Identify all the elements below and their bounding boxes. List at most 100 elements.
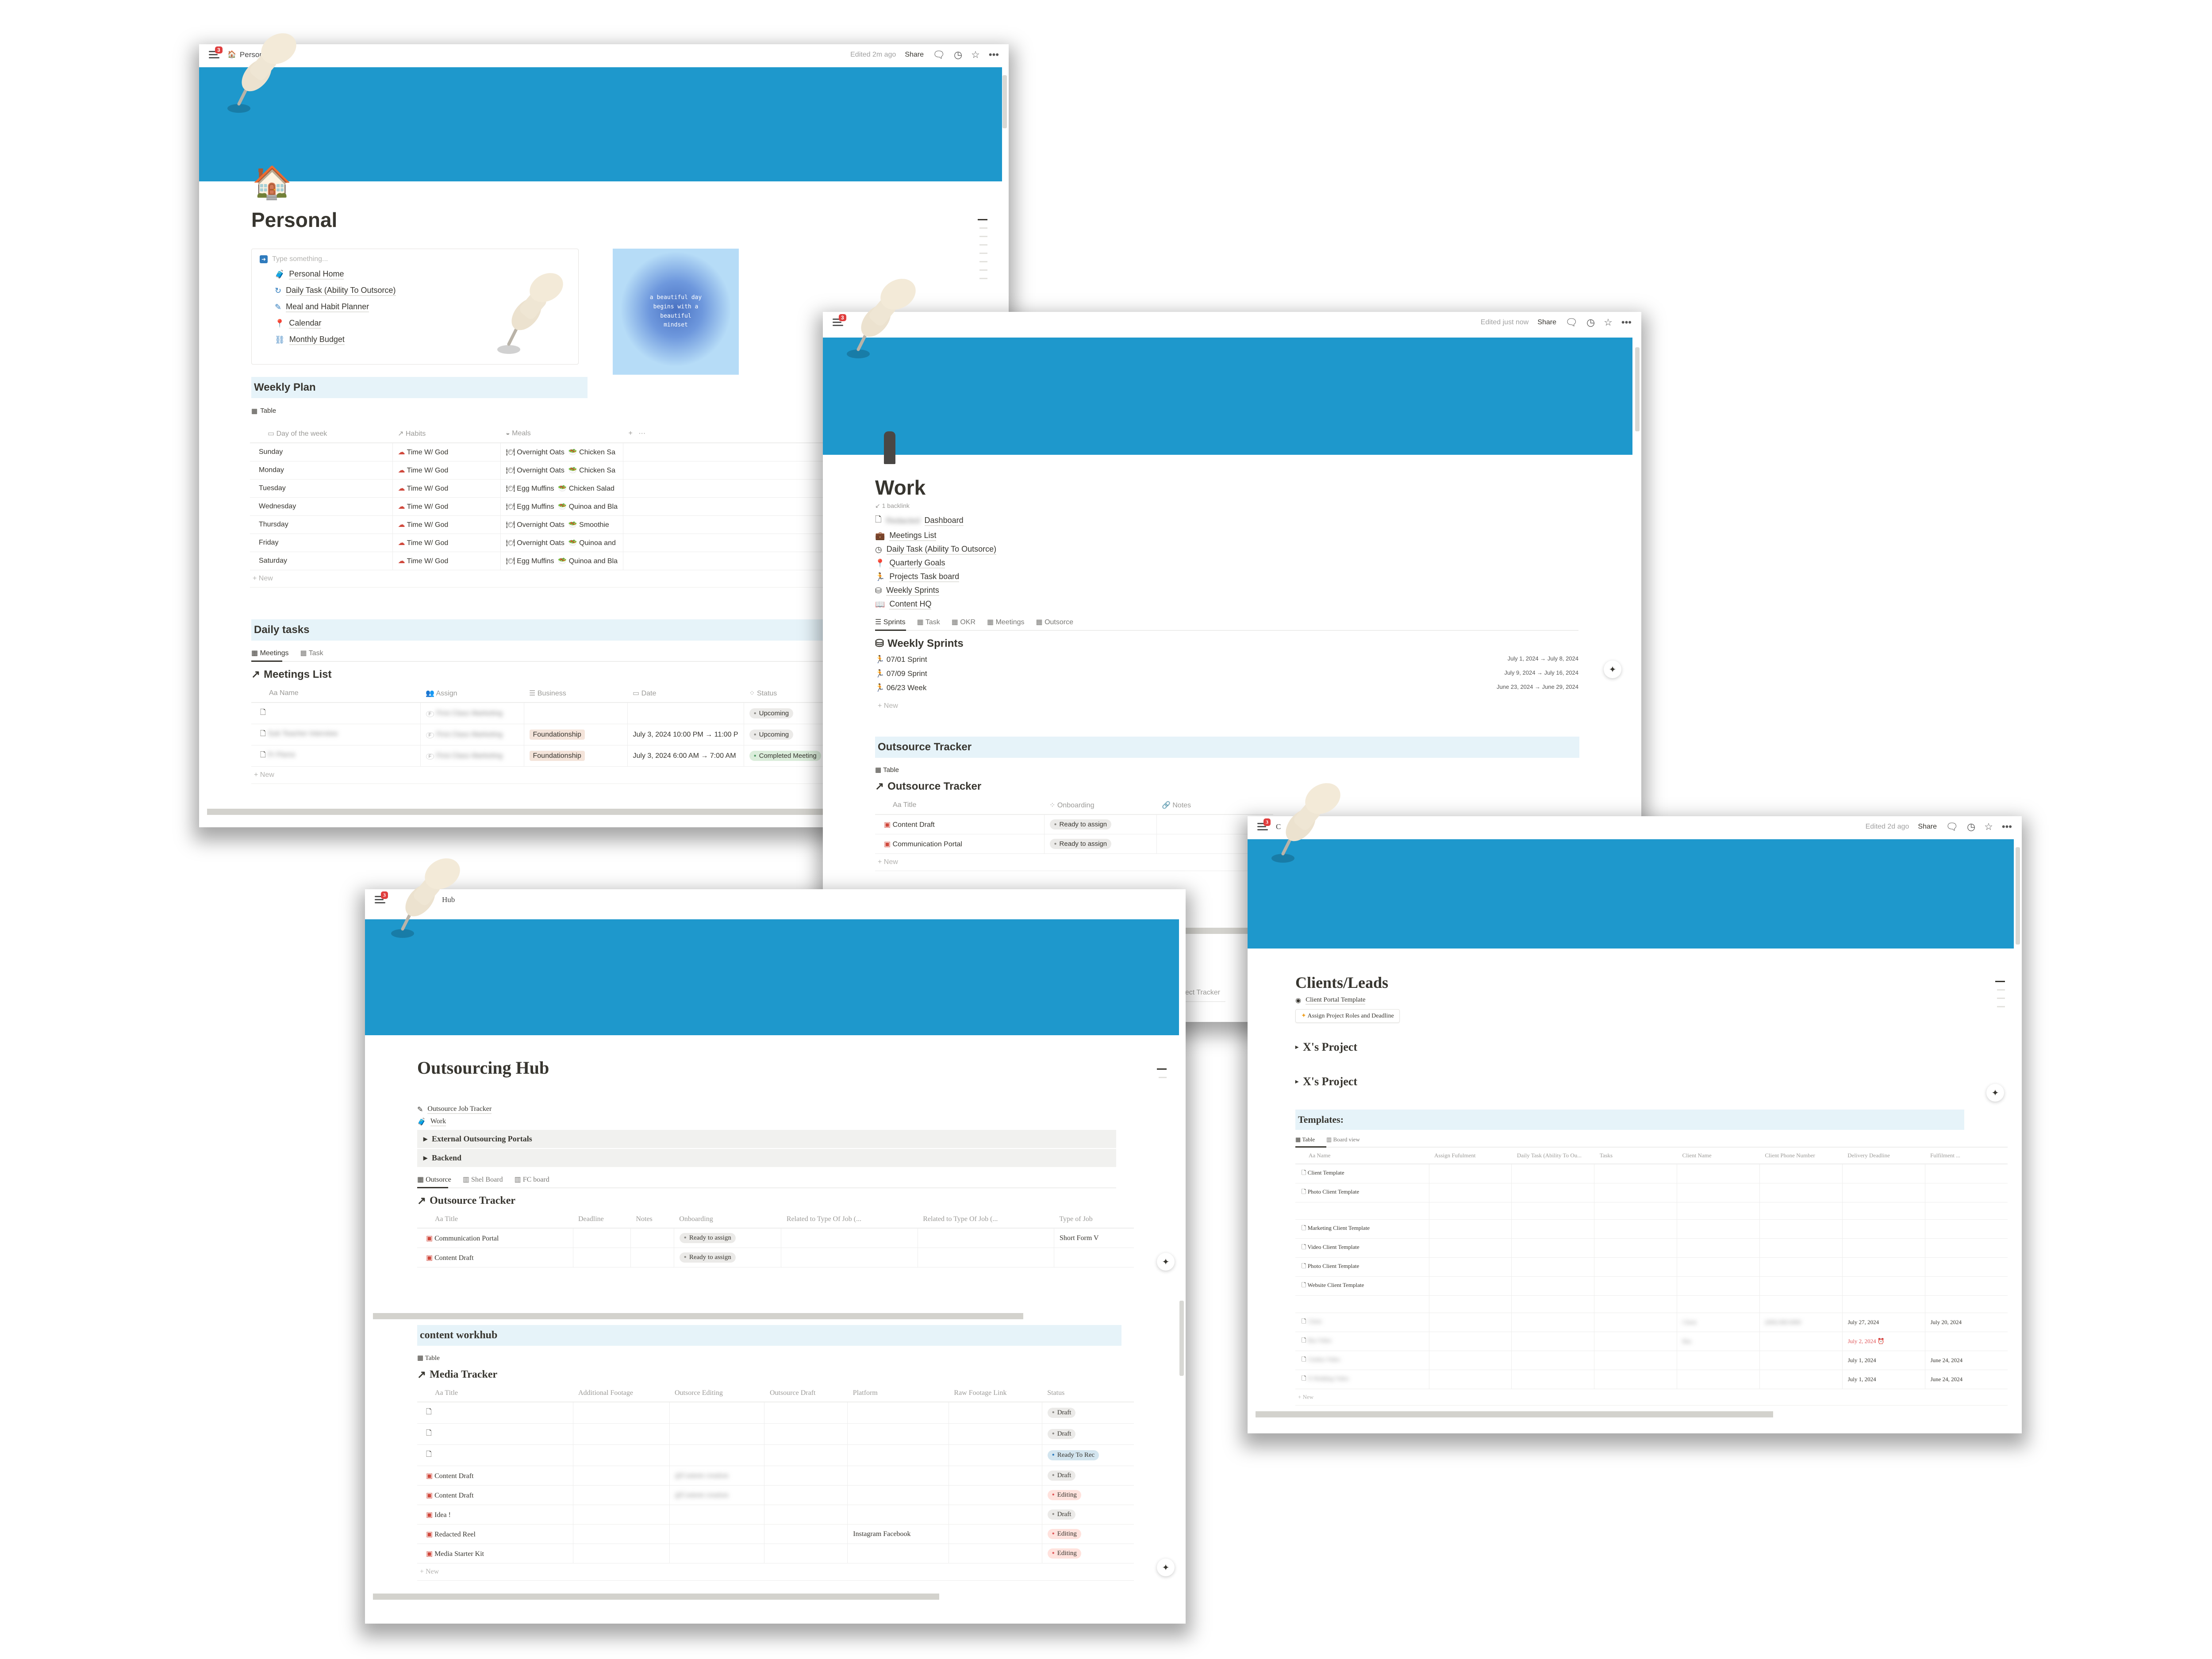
table-row[interactable]: Sunday ☁ Time W/ God 🍽 Overnight Oats 🥗 …: [250, 443, 825, 461]
link-item[interactable]: 🗋 Redacted Dashboard: [875, 514, 1583, 527]
view-tab-table[interactable]: ▦ Table: [417, 1354, 1134, 1362]
clock-icon[interactable]: ◷: [1586, 318, 1595, 327]
comment-icon[interactable]: 🗨: [1946, 822, 1958, 832]
column-header[interactable]: ☰ Business: [524, 684, 627, 703]
table-row[interactable]: 🗋 Photo Client Template: [1295, 1257, 2008, 1277]
table-row[interactable]: ▣ Communication PortalReady to assignSho…: [417, 1228, 1134, 1248]
vertical-scrollbar[interactable]: [1179, 1301, 1184, 1376]
table-row[interactable]: 🗋 Bus Video Bus July 2, 2024 ⏰: [1295, 1332, 2008, 1351]
column-header[interactable]: Client Phone Number: [1759, 1148, 1843, 1164]
table-row[interactable]: ▣ Communication PortalReady to assign: [875, 834, 1273, 854]
column-header[interactable]: Aa Title: [875, 796, 1044, 815]
table-row[interactable]: 🗋 Marketing Client Template: [1295, 1219, 2008, 1239]
column-header[interactable]: Fulfilment ...: [1925, 1148, 2008, 1164]
table-of-contents[interactable]: [978, 219, 987, 279]
column-header[interactable]: Aa Name: [1295, 1148, 1429, 1164]
column-header[interactable]: ↗ Habits: [392, 425, 500, 443]
column-header[interactable]: ▭ Day of the week: [250, 425, 392, 443]
ai-assistant-button[interactable]: ✦: [1604, 661, 1621, 678]
column-header[interactable]: 🔗 Notes: [1156, 796, 1273, 815]
table-row[interactable]: Wednesday ☁ Time W/ God 🍽 Egg Muffins 🥗 …: [250, 497, 825, 516]
table-row[interactable]: Friday ☁ Time W/ God 🍽 Overnight Oats 🥗 …: [250, 534, 825, 552]
tab-view[interactable]: ▥ Board view: [1326, 1136, 1360, 1143]
tab-view[interactable]: ▦ Table: [1295, 1136, 1315, 1143]
more-icon[interactable]: •••: [989, 50, 999, 60]
table-row[interactable]: Monday ☁ Time W/ God 🍽 Overnight Oats 🥗 …: [250, 461, 825, 480]
link-item[interactable]: 💼 Meetings List: [875, 531, 1583, 541]
table-row[interactable]: ▣ Content Draft@Content creationDraft: [417, 1466, 1134, 1486]
link-item[interactable]: ⛁ Weekly Sprints: [875, 586, 1583, 596]
callout-input[interactable]: Type something...: [272, 255, 328, 263]
table-row[interactable]: 🗋 Draft: [417, 1423, 1134, 1445]
column-header[interactable]: Related to Type Of Job (...: [918, 1211, 1054, 1229]
more-icon[interactable]: •••: [1621, 318, 1632, 327]
column-header[interactable]: Aa Title: [417, 1211, 573, 1229]
table-of-contents[interactable]: [1157, 1068, 1167, 1078]
new-row-button[interactable]: + New: [875, 698, 1583, 714]
table-row[interactable]: [1295, 1202, 2008, 1220]
table-row[interactable]: ▣ Media Starter KitEditing: [417, 1544, 1134, 1563]
table-row[interactable]: ▣ Content DraftReady to assign: [417, 1248, 1134, 1267]
column-header[interactable]: Aa Name: [251, 684, 420, 703]
more-icon[interactable]: •••: [2002, 822, 2012, 832]
link-client-portal[interactable]: ◉ Client Portal Template: [1295, 996, 2008, 1005]
link-item[interactable]: 📖 Content HQ: [875, 599, 1583, 610]
link-item[interactable]: 🏃 Projects Task board: [875, 572, 1583, 582]
tab-outsorce[interactable]: ▦ Outsorce: [1036, 618, 1073, 626]
tab-sprints[interactable]: ☰ Sprints: [875, 618, 906, 626]
column-header[interactable]: Daily Task (Ability To Ou...: [1511, 1148, 1594, 1164]
column-header[interactable]: Status: [1042, 1385, 1134, 1402]
comment-icon[interactable]: 🗨: [1565, 318, 1578, 327]
toggle-block[interactable]: ▸ External Outsourcing Portals: [417, 1130, 1116, 1148]
add-column-button[interactable]: + ···: [623, 425, 825, 443]
table-row[interactable]: 🗋 Client Client (000) 000-0000 July 27, 202…: [1295, 1313, 2008, 1332]
toggle-block[interactable]: ▸ Backend: [417, 1149, 1116, 1167]
column-header[interactable]: Type of Job: [1054, 1211, 1134, 1229]
column-header[interactable]: Deadline: [573, 1211, 631, 1229]
share-button[interactable]: Share: [1918, 823, 1937, 831]
vertical-scrollbar[interactable]: [1635, 347, 1640, 431]
view-tab-table[interactable]: ▦ Table: [251, 407, 588, 415]
toggle-heading[interactable]: ▸ X's Project: [1295, 1075, 2008, 1088]
tab-okr[interactable]: ▦ OKR: [952, 618, 975, 626]
table-row[interactable]: ▣ Content Draft@Content creationEditing: [417, 1485, 1134, 1505]
ai-assistant-button[interactable]: ✦: [1157, 1559, 1175, 1576]
table-row[interactable]: Thursday ☁ Time W/ God 🍽 Overnight Oats …: [250, 515, 825, 534]
column-header[interactable]: Outsource Draft: [764, 1385, 848, 1402]
list-item[interactable]: 🏃 07/01 Sprint July 1, 2024 → July 8, 202…: [875, 655, 1578, 664]
column-header[interactable]: ⁘ Onboarding: [1044, 796, 1156, 815]
column-header[interactable]: ◒ Meals: [500, 425, 623, 443]
outsource-tracker-title[interactable]: ↗ Outsource Tracker: [875, 780, 1583, 793]
tab-view[interactable]: ▥ Shel Board: [463, 1175, 503, 1184]
horizontal-scrollbar[interactable]: [373, 1594, 939, 1600]
tab-view[interactable]: ▥ FC board: [515, 1175, 549, 1184]
star-icon[interactable]: ☆: [1604, 318, 1613, 327]
new-row-button[interactable]: + New: [250, 570, 825, 588]
table-row[interactable]: ▣ Redacted ReelInstagram FacebookEditing: [417, 1524, 1134, 1544]
table-row[interactable]: 🗋 Video Client Template: [1295, 1238, 2008, 1258]
backlink[interactable]: ↙ 1 backlink: [875, 502, 1583, 510]
column-header[interactable]: Aa Title: [417, 1385, 573, 1402]
column-header[interactable]: Notes: [630, 1211, 674, 1229]
column-header[interactable]: Delivery Deadline: [1842, 1148, 1925, 1164]
media-tracker-title[interactable]: ↗ Media Tracker: [417, 1368, 1134, 1381]
column-header[interactable]: Outsorce Editing: [669, 1385, 764, 1402]
column-header[interactable]: Tasks: [1594, 1148, 1677, 1164]
link-item[interactable]: 📍 Quarterly Goals: [875, 558, 1583, 568]
assign-roles-button[interactable]: ✦ Assign Project Roles and Deadline: [1295, 1009, 1400, 1023]
clock-icon[interactable]: ◷: [954, 50, 962, 60]
column-header[interactable]: Onboarding: [674, 1211, 781, 1229]
tab-task[interactable]: ▦ Task: [300, 649, 323, 657]
column-header[interactable]: Client Name: [1677, 1148, 1760, 1164]
table-row[interactable]: Saturday ☁ Time W/ God 🍽 Egg Muffins 🥗 Q…: [250, 552, 825, 570]
clock-icon[interactable]: ◷: [1967, 822, 1975, 832]
comment-icon[interactable]: 🗨: [933, 50, 945, 60]
list-item[interactable]: 🏃 07/09 Sprint July 9, 2024 → July 16, 20…: [875, 669, 1578, 678]
table-row[interactable]: 🗋 Client Template: [1295, 1164, 2008, 1183]
link-item[interactable]: ◷ Daily Task (Ability To Outsorce): [875, 545, 1583, 555]
ai-assistant-button[interactable]: ✦: [1986, 1084, 2004, 1102]
horizontal-scrollbar[interactable]: [1256, 1411, 1773, 1417]
view-tab-table[interactable]: ▦ Table: [875, 766, 1583, 774]
ai-assistant-button[interactable]: ✦: [1157, 1253, 1175, 1271]
star-icon[interactable]: ☆: [1984, 822, 1993, 832]
